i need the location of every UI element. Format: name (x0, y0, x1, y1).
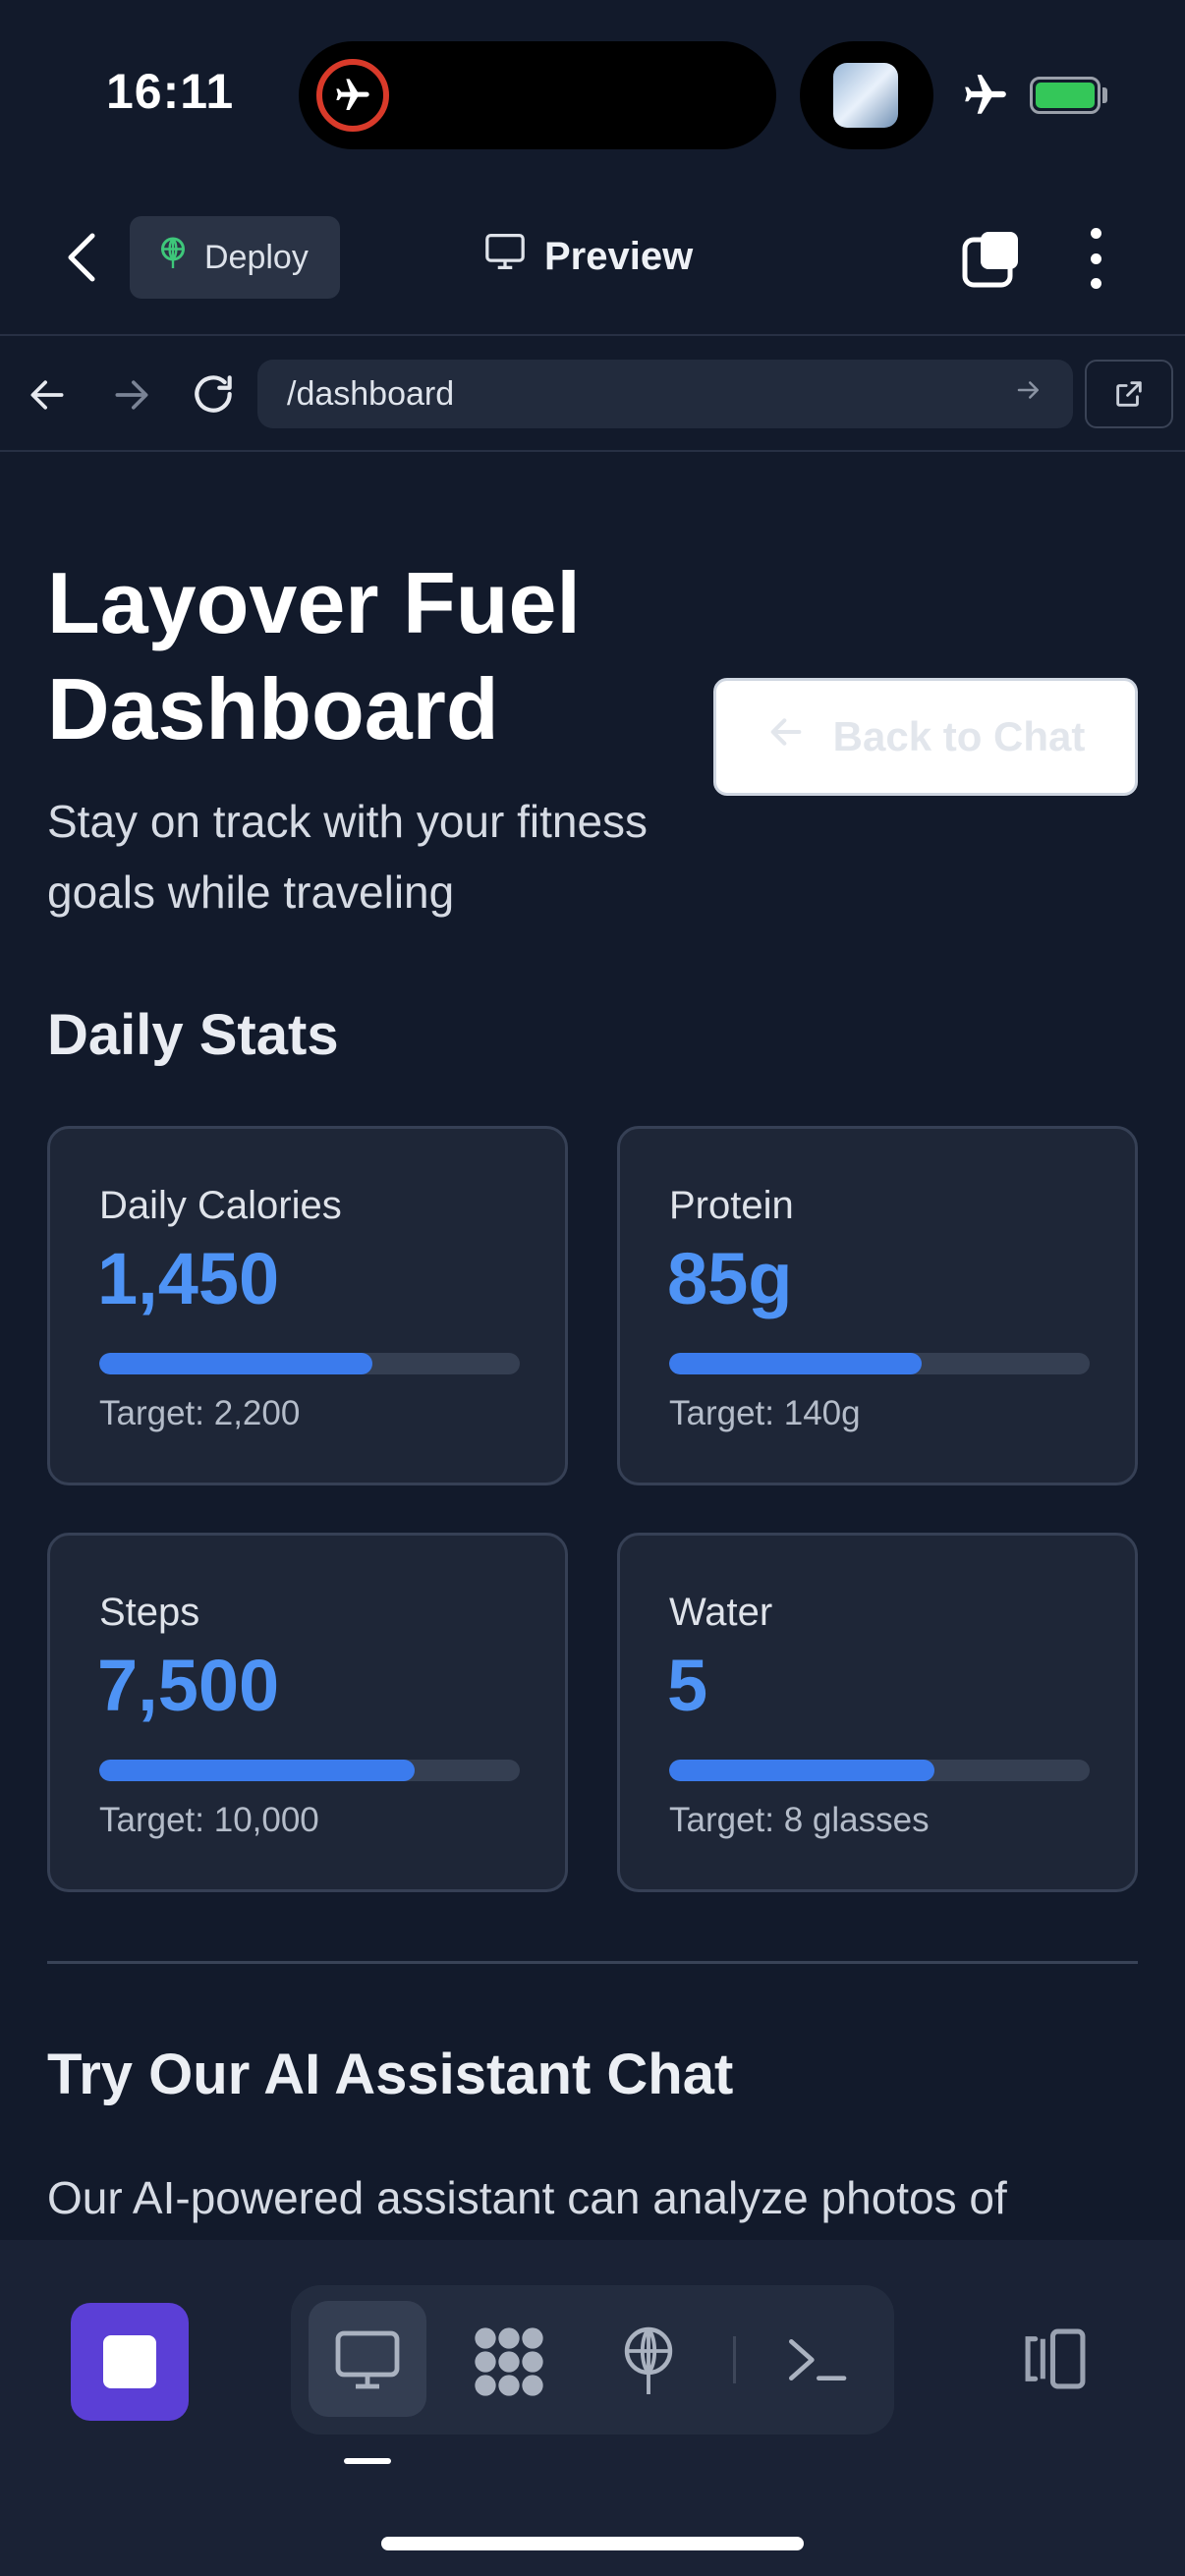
battery-cap (1102, 87, 1107, 103)
terminal-icon[interactable] (782, 2328, 851, 2391)
home-indicator (381, 2537, 804, 2550)
progress-track (669, 1760, 1090, 1781)
grid-icon[interactable] (468, 2323, 550, 2401)
stat-value: 5 (667, 1645, 708, 1726)
arrow-left-icon[interactable] (26, 373, 69, 421)
stat-target: Target: 2,200 (99, 1394, 301, 1432)
monitor-icon (483, 232, 527, 281)
preview-tab[interactable]: Preview (483, 232, 693, 281)
stat-card-steps: Steps 7,500 Target: 10,000 (47, 1533, 568, 1892)
progress-fill (99, 1353, 373, 1374)
monitor-icon[interactable] (328, 2324, 407, 2395)
tabs-icon[interactable] (961, 228, 1022, 289)
back-to-chat-button[interactable]: Back to Chat (713, 678, 1138, 796)
daily-stats-heading: Daily Stats (47, 1003, 339, 1067)
stat-card-protein: Protein 85g Target: 140g (617, 1126, 1138, 1485)
mode-separator (733, 2336, 736, 2383)
assistant-heading: Try Our AI Assistant Chat (47, 2043, 734, 2106)
progress-fill (669, 1760, 934, 1781)
stat-label: Steps (99, 1591, 200, 1634)
progress-fill (99, 1760, 415, 1781)
chevron-left-icon[interactable] (59, 230, 108, 285)
back-to-chat-label: Back to Chat (832, 713, 1086, 759)
arrow-left-icon (766, 712, 806, 761)
browser-divider (0, 450, 1185, 452)
external-link-icon[interactable] (1085, 360, 1173, 428)
album-art (833, 63, 898, 128)
more-icon[interactable] (1081, 228, 1110, 289)
stat-target: Target: 140g (669, 1394, 861, 1432)
deploy-button[interactable]: Deploy (130, 216, 340, 299)
reload-icon[interactable] (189, 369, 238, 423)
stop-button[interactable] (71, 2303, 189, 2421)
status-time: 16:11 (106, 64, 235, 119)
url-input[interactable]: /dashboard (257, 360, 1073, 428)
battery-icon (1030, 77, 1100, 114)
airplane-icon (961, 71, 1010, 125)
stat-card-water: Water 5 Target: 8 glasses (617, 1533, 1138, 1892)
section-divider (47, 1961, 1138, 1964)
stat-card-calories: Daily Calories 1,450 Target: 2,200 (47, 1126, 568, 1485)
progress-fill (669, 1353, 922, 1374)
sidebar-toggle-icon[interactable] (1018, 2324, 1093, 2393)
progress-track (99, 1760, 520, 1781)
stat-value: 1,450 (97, 1238, 280, 1319)
stop-icon (103, 2335, 156, 2388)
stat-value: 85g (667, 1238, 793, 1319)
stat-label: Water (669, 1591, 773, 1634)
stat-value: 7,500 (97, 1645, 280, 1726)
active-mode-indicator (344, 2458, 391, 2464)
stat-target: Target: 8 glasses (669, 1801, 930, 1839)
stat-label: Protein (669, 1184, 794, 1227)
page-subtitle: Stay on track with your fitness goals wh… (47, 796, 649, 918)
arrow-right-icon[interactable] (110, 373, 153, 421)
header-divider (0, 334, 1185, 336)
go-arrow-icon[interactable] (1014, 375, 1044, 414)
url-text: /dashboard (287, 374, 455, 413)
page-title: Layover Fuel Dashboard (47, 554, 581, 757)
preview-label: Preview (544, 234, 694, 278)
stat-label: Daily Calories (99, 1184, 342, 1227)
assistant-description: Our AI-powered assistant can analyze pho… (47, 2172, 1007, 2223)
airplane-activity-icon (316, 59, 389, 132)
deploy-icon (155, 236, 191, 280)
stat-target: Target: 10,000 (99, 1801, 319, 1839)
deploy-icon[interactable] (613, 2321, 684, 2403)
progress-track (99, 1353, 520, 1374)
progress-track (669, 1353, 1090, 1374)
deploy-label: Deploy (204, 238, 309, 276)
